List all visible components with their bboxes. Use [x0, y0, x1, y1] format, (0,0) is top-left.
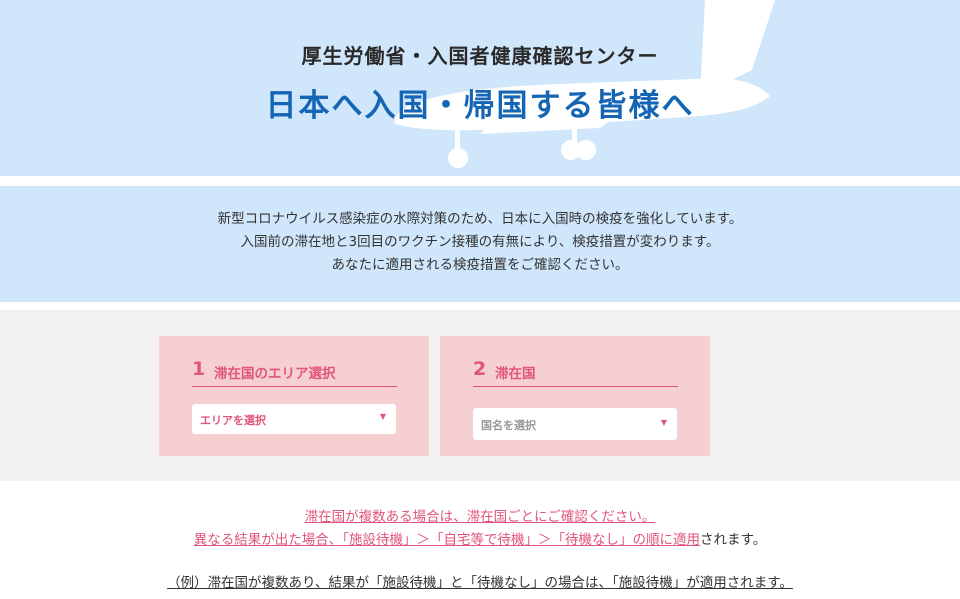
step-label: 滞在国 [495, 366, 536, 382]
example-note: （例）滞在国が複数あり、結果が「施設待機」と「待機なし」の場合は、「施設待機」が… [0, 571, 960, 591]
dropdown-arrow-icon: ▼ [379, 412, 386, 421]
step-number: 1 [192, 358, 206, 380]
multiple-country-note-link[interactable]: 滞在国が複数ある場合は、滞在国ごとにご確認ください。 [305, 509, 656, 525]
intro-line: 新型コロナウイルス感染症の水際対策のため、日本に入国時の検疫を強化しています。 [217, 211, 743, 227]
country-select-value: 国名を選択 [481, 419, 536, 432]
intro-section: 新型コロナウイルス感染症の水際対策のため、日本に入国時の検疫を強化しています。 … [0, 186, 960, 302]
country-selector-section: 1 滞在国のエリア選択 エリアを選択 ▼ 2 滞在国 国名を選択 ▼ [0, 310, 960, 481]
step-area-panel: 1 滞在国のエリア選択 エリアを選択 ▼ [159, 336, 429, 456]
area-select[interactable]: エリアを選択 ▼ [192, 404, 396, 434]
page-title: 日本へ入国・帰国する皆様へ [265, 88, 695, 124]
priority-order-note-link[interactable]: 異なる結果が出た場合、「施設待機」＞「自宅等で待機」＞「待機なし」の順に適用 [194, 532, 700, 548]
priority-order-note-suffix: されます。 [700, 532, 767, 548]
area-select-value: エリアを選択 [200, 414, 266, 427]
country-select[interactable]: 国名を選択 ▼ [473, 408, 677, 440]
hero-banner: 厚生労働省・入国者健康確認センター 日本へ入国・帰国する皆様へ [0, 0, 960, 176]
intro-line: 入国前の滞在地と3回目のワクチン接種の有無により、検疫措置が変わります。 [240, 234, 720, 250]
step-header: 2 滞在国 [473, 358, 678, 387]
page-subtitle: 厚生労働省・入国者健康確認センター [301, 44, 659, 68]
step-header: 1 滞在国のエリア選択 [192, 358, 397, 387]
step-country-panel: 2 滞在国 国名を選択 ▼ [440, 336, 710, 456]
step-label: 滞在国のエリア選択 [214, 366, 336, 382]
intro-line: あなたに適用される検疫措置をご確認ください。 [331, 257, 629, 273]
example-text: （例）滞在国が複数あり、結果が「施設待機」と「待機なし」の場合は、「施設待機」が… [167, 575, 793, 591]
dropdown-arrow-icon: ▼ [660, 418, 667, 427]
step-number: 2 [473, 358, 487, 380]
notes-section: 滞在国が複数ある場合は、滞在国ごとにご確認ください。 異なる結果が出た場合、「施… [0, 506, 960, 552]
